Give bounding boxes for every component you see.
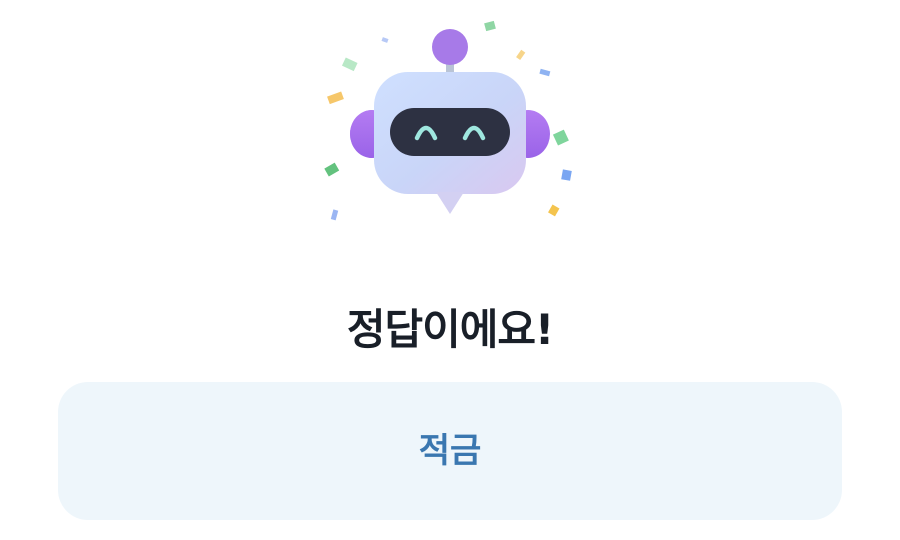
answer-label: 적금 (418, 431, 482, 471)
robot-visor (390, 108, 510, 156)
antenna-ball (432, 29, 468, 65)
quiz-result-screen: 정답이에요! 적금 (0, 0, 900, 540)
result-title: 정답이에요! (346, 305, 554, 354)
robot-icon (324, 20, 572, 221)
robot-illustration (310, 10, 590, 240)
answer-option-button[interactable]: 적금 (58, 382, 842, 520)
speech-tail (436, 192, 464, 214)
